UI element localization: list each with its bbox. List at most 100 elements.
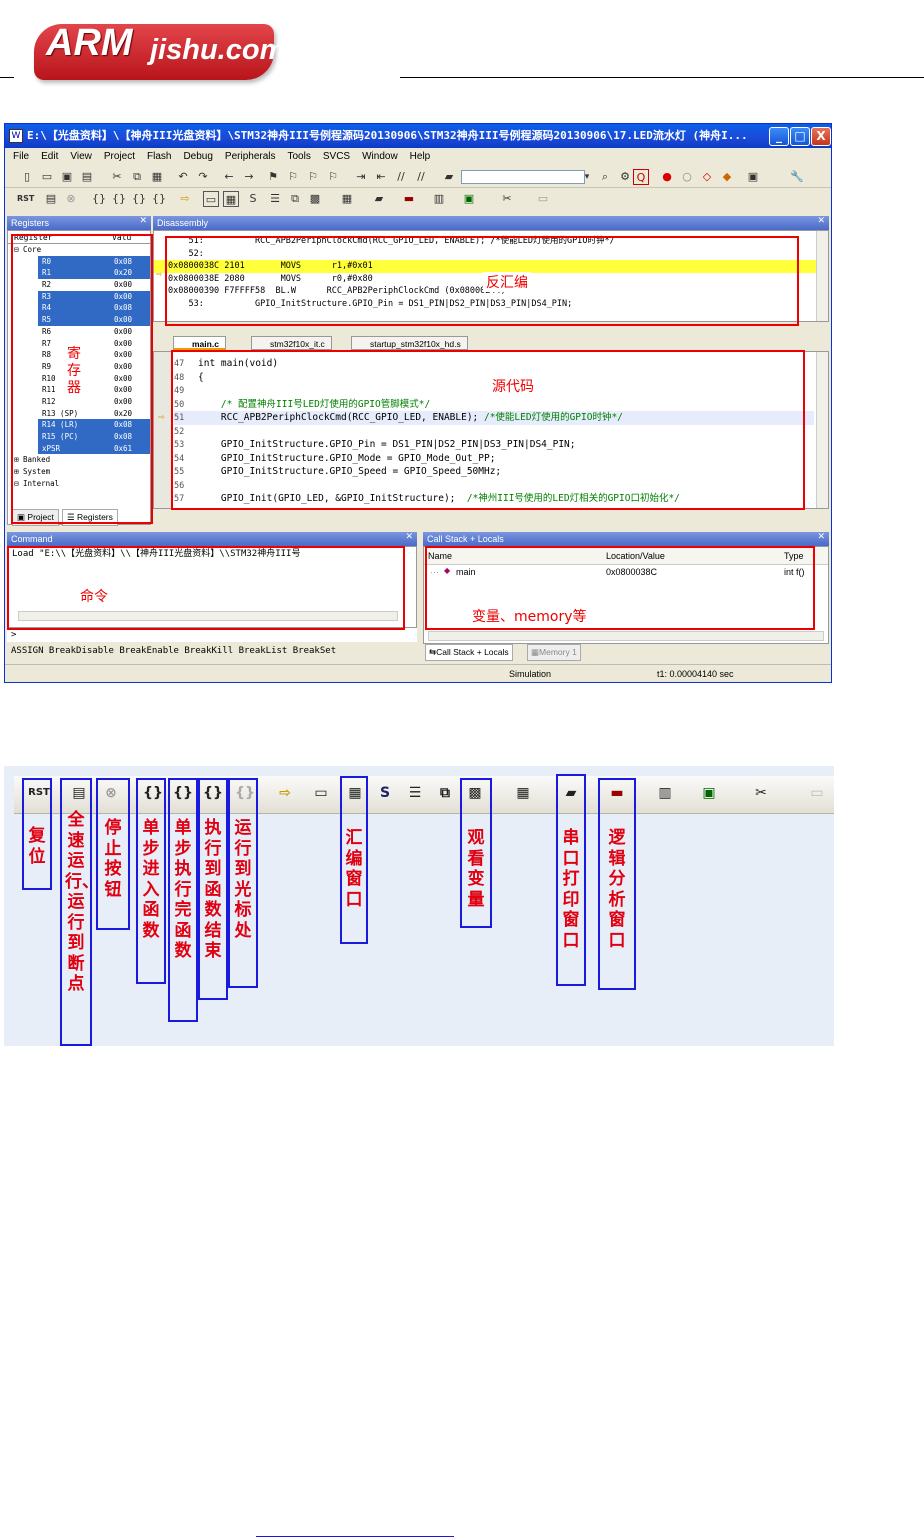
disassembly-annotation: 反汇编 — [483, 272, 531, 292]
memory-window-icon[interactable]: ▦ — [339, 191, 355, 207]
nav-back-icon[interactable]: ← — [221, 169, 237, 185]
undo-icon[interactable]: ↶ — [175, 169, 191, 185]
menu-file[interactable]: File — [13, 151, 29, 162]
incremental-find-icon[interactable]: ⚙ — [617, 169, 633, 185]
kill-breakpoints-icon[interactable]: ◇ — [699, 169, 715, 185]
run-to-cursor-label: 运行到光标处 — [234, 818, 252, 941]
menu-window[interactable]: Window — [362, 151, 398, 162]
watch-window-icon[interactable]: ▩ — [307, 191, 323, 207]
tab-callstack-locals[interactable]: ⇆Call Stack + Locals — [425, 644, 513, 661]
command-window-icon[interactable]: ▭ — [308, 780, 334, 806]
menu-svcs[interactable]: SVCS — [323, 151, 350, 162]
next-bookmark-icon[interactable]: ⚐ — [305, 169, 321, 185]
call-stack-icon[interactable]: ⧉ — [287, 191, 303, 207]
menu-peripherals[interactable]: Peripherals — [225, 151, 276, 162]
system-viewer-icon[interactable]: ▣ — [696, 780, 722, 806]
chevron-down-icon[interactable]: ▾ — [579, 169, 595, 185]
serial-window-icon[interactable]: ▰ — [371, 191, 387, 207]
close-icon[interactable]: ✕ — [139, 216, 147, 226]
trace-icon[interactable]: ▥ — [652, 780, 678, 806]
menu-flash[interactable]: Flash — [147, 151, 171, 162]
menu-project[interactable]: Project — [104, 151, 135, 162]
step-out-icon[interactable]: {} — [131, 191, 147, 207]
analysis-window-icon[interactable]: ▬ — [401, 191, 417, 207]
run-to-cursor-icon[interactable]: {} — [151, 191, 167, 207]
registers-window-icon[interactable]: ☰ — [267, 191, 283, 207]
step-over-label: 单步执行完函数 — [174, 818, 192, 961]
serial-label: 串口打印窗口 — [562, 828, 580, 951]
tab-stm32f10x-it[interactable]: stm32f10x_it.c — [251, 336, 332, 350]
step-into-icon[interactable]: {} — [91, 191, 107, 207]
show-next-statement-icon[interactable]: ⇨ — [177, 191, 193, 207]
registers-window-icon[interactable]: ☰ — [402, 780, 428, 806]
run-icon[interactable]: ▤ — [43, 191, 59, 207]
disable-all-breakpoints-icon[interactable]: ◆ — [719, 169, 735, 185]
command-window-icon[interactable]: ▭ — [203, 191, 219, 207]
disassembly-window-icon[interactable]: ▦ — [223, 191, 239, 207]
find-combo[interactable] — [461, 170, 585, 184]
tab-memory-1[interactable]: ▦Memory 1 — [527, 644, 581, 661]
paste-icon[interactable]: ▦ — [149, 169, 165, 185]
memory-window-icon[interactable]: ▦ — [510, 780, 536, 806]
redo-icon[interactable]: ↷ — [195, 169, 211, 185]
clear-bookmarks-icon[interactable]: ⚐ — [325, 169, 341, 185]
debug-restore-icon[interactable]: ▭ — [535, 191, 551, 207]
comment-icon[interactable]: // — [393, 169, 409, 185]
nav-forward-icon[interactable]: → — [241, 169, 257, 185]
status-time: t1: 0.00004140 sec — [657, 669, 734, 679]
debug-restore-icon[interactable]: ▭ — [804, 780, 830, 806]
menu-help[interactable]: Help — [410, 151, 431, 162]
command-prompt[interactable]: > — [7, 628, 417, 642]
tab-label: Call Stack + Locals — [436, 647, 509, 657]
unindent-icon[interactable]: ⇤ — [373, 169, 389, 185]
stop-icon[interactable]: ⊗ — [63, 191, 79, 207]
tab-startup[interactable]: startup_stm32f10x_hd.s — [351, 336, 468, 350]
maximize-button[interactable]: □ — [790, 127, 810, 146]
breakpoint-icon[interactable]: ● — [659, 169, 675, 185]
editor-scrollbar[interactable] — [816, 352, 828, 508]
show-next-statement-icon[interactable]: ⇨ — [272, 780, 298, 806]
uvision-window: E:\【光盘资料】\【神舟III光盘资料】\STM32神舟III号例程源码201… — [4, 123, 832, 683]
find-icon[interactable]: ⌕ — [597, 169, 613, 185]
indent-icon[interactable]: ⇥ — [353, 169, 369, 185]
toolbox-icon[interactable]: ✂ — [499, 191, 515, 207]
open-file-icon[interactable]: ▭ — [39, 169, 55, 185]
prev-bookmark-icon[interactable]: ⚐ — [285, 169, 301, 185]
uncomment-icon[interactable]: // — [413, 169, 429, 185]
copy-icon[interactable]: ⧉ — [129, 169, 145, 185]
save-all-icon[interactable]: ▤ — [79, 169, 95, 185]
bookmark-icon[interactable]: ⚑ — [265, 169, 281, 185]
tab-main-c[interactable]: main.c — [173, 336, 226, 350]
disasm-scrollbar[interactable] — [816, 231, 828, 321]
menu-edit[interactable]: Edit — [41, 151, 58, 162]
close-icon[interactable]: ✕ — [817, 532, 825, 542]
step-over-icon[interactable]: {} — [111, 191, 127, 207]
cut-icon[interactable]: ✂ — [109, 169, 125, 185]
new-file-icon[interactable]: ▯ — [19, 169, 35, 185]
command-hints: ASSIGN BreakDisable BreakEnable BreakKil… — [11, 646, 337, 656]
menu-view[interactable]: View — [70, 151, 92, 162]
close-icon[interactable]: ✕ — [817, 216, 825, 226]
configure-icon[interactable]: 🔧 — [789, 169, 805, 185]
symbols-window-icon[interactable]: S — [245, 191, 261, 207]
command-highlight — [7, 546, 405, 630]
system-viewer-icon[interactable]: ▣ — [461, 191, 477, 207]
reset-icon[interactable]: RST — [17, 191, 34, 207]
callstack-hscrollbar[interactable] — [428, 631, 824, 641]
menu-debug[interactable]: Debug — [183, 151, 212, 162]
trace-icon[interactable]: ▥ — [431, 191, 447, 207]
debug-session-icon[interactable]: Q — [633, 169, 649, 185]
menu-tools[interactable]: Tools — [288, 151, 311, 162]
save-icon[interactable]: ▣ — [59, 169, 75, 185]
toolbar-annotation-figure: RST ▤ ⊗ {} {} {} {} ⇨ ▭ ▦ S ☰ ⧉ ▩ ▦ ▰ ▬ … — [4, 766, 834, 1046]
find-files-icon[interactable]: ▰ — [441, 169, 457, 185]
toolbox-icon[interactable]: ✂ — [748, 780, 774, 806]
close-icon[interactable]: ✕ — [405, 532, 413, 542]
disassembly-highlight — [165, 236, 799, 326]
symbols-window-icon[interactable]: S — [372, 780, 398, 806]
minimize-button[interactable]: _ — [769, 127, 789, 146]
call-stack-icon[interactable]: ⧉ — [432, 780, 458, 806]
close-button[interactable]: X — [811, 127, 831, 146]
window-layout-icon[interactable]: ▣ — [745, 169, 761, 185]
disable-breakpoint-icon[interactable]: ○ — [679, 169, 695, 185]
